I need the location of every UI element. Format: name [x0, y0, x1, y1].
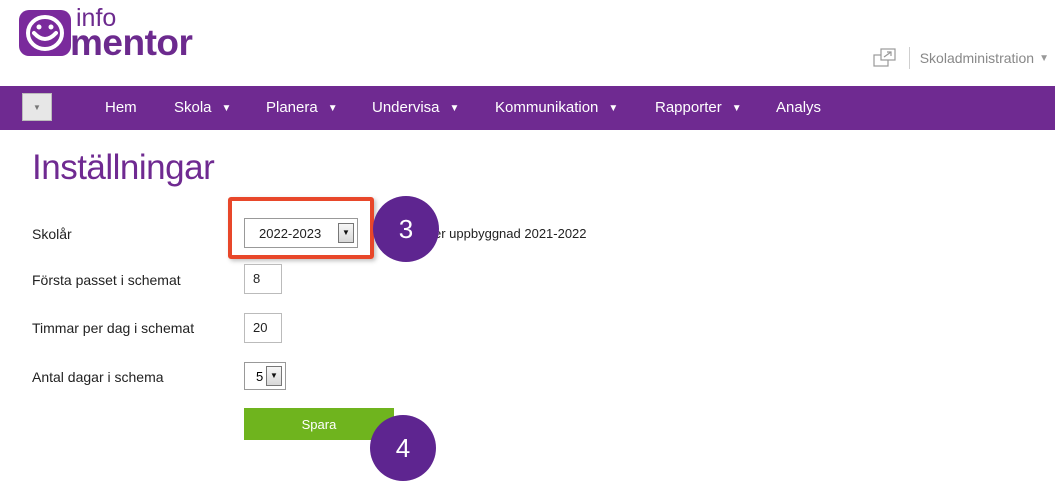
- page-title: Inställningar: [32, 148, 215, 187]
- triangle-down-icon: ▼: [33, 102, 41, 112]
- infomentor-logo[interactable]: info mentor: [19, 4, 209, 68]
- highlight-frame: [228, 197, 374, 259]
- dropdown-arrow-icon[interactable]: ▼: [266, 366, 282, 386]
- caret-down-icon: ▼: [731, 103, 742, 114]
- days-in-schedule-label: Antal dagar i schema: [32, 369, 164, 385]
- nav-item-skola[interactable]: Skola ▼: [174, 86, 231, 130]
- days-in-schedule-select[interactable]: 5 ▼: [244, 362, 286, 390]
- nav-item-rapporter[interactable]: Rapporter ▼: [655, 86, 742, 130]
- days-in-schedule-value: 5: [256, 369, 264, 384]
- smiley-face-icon: [19, 10, 71, 56]
- hours-per-day-label: Timmar per dag i schemat: [32, 320, 195, 336]
- school-year-note: er uppbyggnad 2021-2022: [434, 226, 587, 241]
- first-period-label: Första passet i schemat: [32, 272, 181, 288]
- nav-item-hem[interactable]: Hem: [105, 86, 137, 130]
- caret-down-icon: ▼: [221, 103, 232, 114]
- role-selector[interactable]: Skoladministration: [920, 50, 1034, 66]
- chevron-down-icon[interactable]: ▼: [1039, 53, 1049, 64]
- logo-mentor-text: mentor: [70, 22, 193, 63]
- caret-down-icon: ▼: [327, 103, 338, 114]
- window-switch-icon[interactable]: [873, 48, 897, 68]
- step-3-badge: 3: [373, 196, 439, 262]
- step-4-badge: 4: [370, 415, 436, 481]
- caret-down-icon: ▼: [449, 103, 460, 114]
- hours-per-day-input[interactable]: 20: [244, 313, 282, 343]
- first-period-input[interactable]: 8: [244, 264, 282, 294]
- main-navbar: ▼ Hem Skola ▼ Planera ▼ Undervisa ▼ Kommuni…: [0, 86, 1055, 130]
- nav-item-kommunikation[interactable]: Kommunikation ▼: [495, 86, 618, 130]
- nav-menu-dropdown[interactable]: ▼: [22, 93, 52, 121]
- nav-item-analys[interactable]: Analys: [776, 86, 821, 130]
- header-divider: [908, 47, 910, 69]
- nav-item-undervisa[interactable]: Undervisa ▼: [372, 86, 459, 130]
- caret-down-icon: ▼: [608, 103, 619, 114]
- school-year-label: Skolår: [32, 226, 72, 242]
- header-right: Skoladministration ▼: [873, 46, 1055, 70]
- nav-item-planera[interactable]: Planera ▼: [266, 86, 338, 130]
